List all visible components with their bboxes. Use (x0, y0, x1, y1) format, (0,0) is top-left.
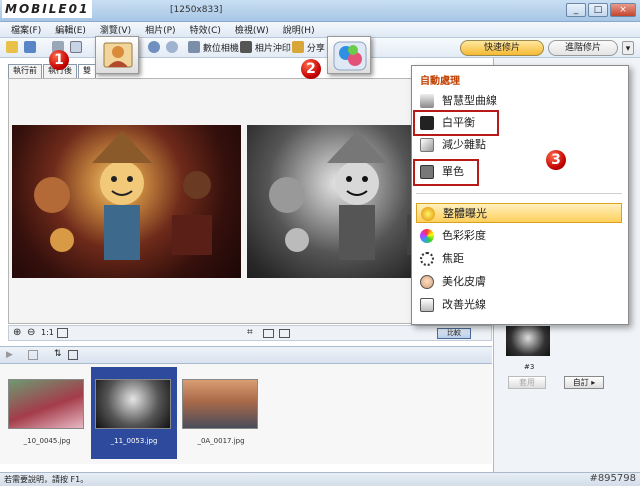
grid-icon[interactable] (70, 41, 82, 55)
menu-separator (416, 193, 622, 194)
status-hint: 若需要說明，請按 F1。 (4, 475, 89, 484)
thumbnail-item[interactable]: _10_0045.jpg (4, 367, 90, 459)
actual-size-button[interactable]: 1:1 (41, 328, 54, 337)
photo-before (12, 125, 241, 278)
split-view-icon[interactable] (279, 329, 290, 338)
curves-icon (420, 94, 434, 108)
callout-marker-2: 2 (301, 59, 321, 79)
menu-view[interactable]: 瀏覽(V) (93, 23, 138, 36)
thumbnail-caption: _11_0053.jpg (110, 437, 158, 445)
share-button[interactable]: 分享 (292, 41, 325, 55)
face-icon (420, 275, 434, 289)
tab-quick-edit[interactable]: 快速修片 (460, 40, 544, 56)
filmstrip-view-icon[interactable] (68, 350, 78, 360)
menu-item-label: 智慧型曲線 (442, 94, 497, 107)
highlight-box-white-balance (413, 110, 499, 136)
photo-portrait-icon (103, 42, 133, 68)
menu-item-overall-exposure[interactable]: 整體曝光 (416, 203, 622, 223)
undo-icon[interactable] (148, 41, 160, 55)
menu-help[interactable]: 說明(H) (276, 23, 322, 36)
save-icon[interactable] (24, 41, 36, 55)
noise-icon (420, 138, 434, 152)
title-bar: [1250x833] _ □ × (0, 0, 640, 22)
menu-header: 自動處理 (420, 76, 460, 87)
close-button[interactable]: × (610, 3, 636, 17)
custom-button[interactable]: 自訂 ▸ (564, 376, 604, 389)
open-icon[interactable] (6, 41, 18, 55)
status-bar: 若需要說明，請按 F1。 #895798 (0, 472, 640, 486)
digital-album-label: 數位相機 (202, 44, 239, 54)
share-icon (292, 41, 304, 53)
thumbnail-caption: _10_0045.jpg (23, 437, 71, 445)
menu-item-label: 美化皮膚 (442, 275, 486, 288)
thumbnail-item[interactable]: _0A_0017.jpg (178, 367, 264, 459)
sort-icon[interactable]: ⇅ (54, 349, 62, 359)
minimize-button[interactable]: _ (566, 3, 586, 17)
menu-item-improve-lighting[interactable]: 改善光線 (416, 295, 622, 315)
menu-item-label: 色彩彩度 (442, 229, 486, 242)
tab-advanced-edit[interactable]: 進階修片 (548, 40, 618, 56)
digital-album-button[interactable]: 數位相機 (188, 41, 239, 55)
callout-marker-3: 3 (546, 150, 566, 170)
menu-photo[interactable]: 相片(P) (138, 23, 182, 36)
thumbnail-item-selected[interactable]: _11_0053.jpg (91, 367, 177, 459)
zoom-in-icon[interactable]: ⊕ (13, 327, 21, 338)
focus-icon (420, 252, 434, 266)
preset-sample-image[interactable] (506, 326, 550, 356)
zoom-out-icon[interactable]: ⊖ (27, 327, 35, 338)
window-title: [1250x833] (170, 5, 223, 15)
thumbnail-image (8, 379, 84, 429)
compare-button[interactable]: 比較 (437, 328, 471, 339)
crop-icon[interactable]: ⌗ (247, 327, 253, 338)
auto-process-popout-icon (95, 36, 139, 74)
menu-edit[interactable]: 編輯(E) (48, 23, 93, 36)
print-order-button[interactable]: 相片沖印 (240, 41, 291, 55)
print-order-label: 相片沖印 (254, 44, 291, 54)
tab-dual[interactable]: 雙 (78, 64, 96, 78)
add-icon[interactable] (28, 350, 38, 360)
image-id-watermark: #895798 (589, 473, 636, 484)
more-dropdown-button[interactable]: ▾ (622, 41, 634, 55)
menu-effects[interactable]: 特效(C) (183, 23, 228, 36)
doll-figures-color-image (34, 131, 212, 260)
menu-item-label: 整體曝光 (443, 207, 487, 220)
preset-sample-label: #3 (524, 363, 535, 371)
menu-item-label: 焦距 (442, 252, 464, 265)
callout-marker-1: 1 (49, 50, 69, 70)
menu-item-color-saturation[interactable]: 色彩彩度 (416, 226, 622, 246)
menu-window[interactable]: 檢視(W) (228, 23, 276, 36)
thumbnail-image (182, 379, 258, 429)
redo-icon[interactable] (166, 41, 178, 55)
filmstrip-toolbar: ▶ ⇅ (0, 346, 492, 364)
highlight-box-monochrome (413, 159, 479, 186)
filmstrip: _10_0045.jpg _11_0053.jpg _0A_0017.jpg (0, 364, 492, 464)
play-icon[interactable]: ▶ (6, 350, 13, 360)
menu-file[interactable]: 檔案(F) (4, 23, 48, 36)
tab-before[interactable]: 執行前 (8, 64, 42, 78)
prints-icon (240, 41, 252, 53)
menu-item-smart-curves[interactable]: 智慧型曲線 (416, 91, 622, 111)
menu-item-skin-beautify[interactable]: 美化皮膚 (416, 272, 622, 292)
fit-window-icon[interactable] (57, 328, 68, 338)
viewer-footer: ⊕ ⊖ 1:1 ⌗ 比較 (8, 325, 492, 341)
single-view-icon[interactable] (263, 329, 274, 338)
sun-icon (421, 207, 435, 221)
effects-bubbles-icon (333, 41, 367, 71)
share-label: 分享 (306, 44, 325, 54)
maximize-button[interactable]: □ (588, 3, 608, 17)
menu-item-label: 減少雜點 (442, 138, 486, 151)
apply-button[interactable]: 套用 (508, 376, 546, 389)
menu-item-label: 改善光線 (442, 298, 486, 311)
thumbnail-image (95, 379, 171, 429)
camera-icon (188, 41, 200, 53)
watermark-logo: MOBILE01 (2, 0, 93, 18)
menu-item-focus[interactable]: 焦距 (416, 249, 622, 269)
effects-popout-icon (327, 36, 371, 74)
camera-light-icon (420, 298, 434, 312)
thumbnail-caption: _0A_0017.jpg (197, 437, 245, 445)
color-wheel-icon (420, 229, 434, 243)
auto-process-menu: 自動處理 智慧型曲線 白平衡 減少雜點 單色 整體曝光 色彩彩度 焦距 美化皮膚… (411, 65, 629, 325)
menu-item-noise-reduction[interactable]: 減少雜點 (416, 135, 622, 155)
window-controls: _ □ × (566, 3, 636, 17)
